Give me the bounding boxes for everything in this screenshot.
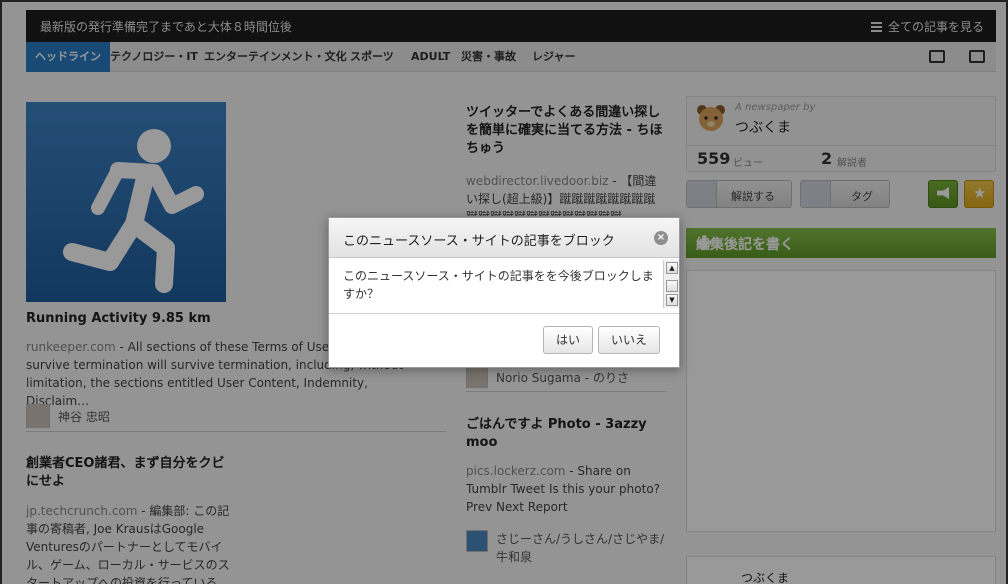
window-border xyxy=(0,0,2,584)
close-icon[interactable]: × xyxy=(654,231,668,245)
yes-button[interactable]: はい xyxy=(543,326,593,354)
window-border xyxy=(0,0,1008,2)
scroll-thumb[interactable] xyxy=(666,280,678,292)
dialog-message: このニュースソース・サイトの記事をを今後ブロックしますか？ xyxy=(343,269,654,301)
scroll-down-icon[interactable]: ▼ xyxy=(666,294,678,306)
dialog-header: このニュースソース・サイトの記事をブロック × xyxy=(329,218,679,258)
block-source-dialog: このニュースソース・サイトの記事をブロック × このニュースソース・サイトの記事… xyxy=(328,217,680,368)
no-button[interactable]: いいえ xyxy=(598,326,660,354)
dialog-body: このニュースソース・サイトの記事をを今後ブロックしますか？ ▲ ▼ xyxy=(329,260,679,314)
scroll-up-icon[interactable]: ▲ xyxy=(666,262,678,274)
dialog-title: このニュースソース・サイトの記事をブロック xyxy=(343,234,615,249)
dialog-scrollbar[interactable]: ▲ ▼ xyxy=(663,260,679,308)
